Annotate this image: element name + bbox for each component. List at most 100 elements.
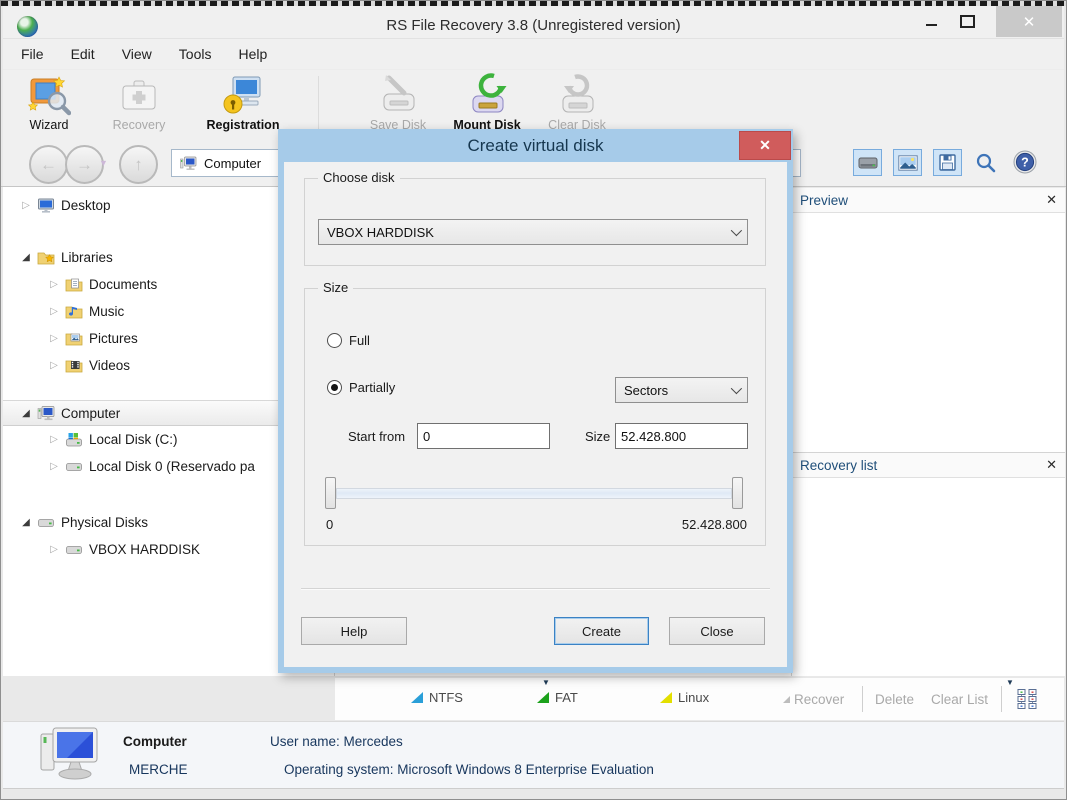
show-disks-toggle[interactable]: [853, 149, 882, 176]
legend-label: Linux: [678, 690, 710, 705]
minimize-button[interactable]: [916, 6, 946, 37]
disk-icon: [37, 514, 55, 531]
computer-name: MERCHE: [129, 762, 188, 777]
slider-handle-left[interactable]: [325, 477, 336, 509]
show-recovery-list-toggle[interactable]: [933, 149, 962, 176]
picture-icon: [897, 154, 918, 171]
expander-icon[interactable]: ◢: [19, 408, 33, 419]
expander-icon[interactable]: ▷: [47, 306, 61, 317]
ntfs-marker-icon: [411, 692, 423, 703]
resize-grip: [783, 696, 790, 703]
menu-file[interactable]: File: [21, 46, 44, 62]
toolbar-separator: [318, 76, 319, 136]
radio-icon: [327, 333, 342, 348]
registration-button[interactable]: Registration: [197, 73, 289, 139]
expander-icon[interactable]: ▷: [47, 279, 61, 290]
legend-linux: Linux: [660, 690, 709, 705]
computer-label: Computer: [123, 734, 187, 749]
disk-select[interactable]: VBOX HARDDISK: [318, 219, 748, 245]
recover-label: Recover: [794, 691, 845, 707]
close-panel-icon[interactable]: ✕: [1046, 192, 1057, 208]
search-icon: [976, 153, 996, 173]
show-preview-toggle[interactable]: [893, 149, 922, 176]
delete-button[interactable]: Delete: [875, 688, 914, 710]
menu-view[interactable]: View: [122, 46, 152, 62]
full-radio[interactable]: Full: [327, 333, 370, 348]
status-legend-bar: ▼ ▼ NTFS FAT Linux Recover Delete Clear …: [335, 677, 1064, 720]
toolbar-label: Registration: [206, 118, 280, 132]
menu-help[interactable]: Help: [238, 46, 267, 62]
menu-tools[interactable]: Tools: [179, 46, 212, 62]
start-from-value: 0: [423, 428, 431, 444]
full-radio-label: Full: [349, 333, 370, 348]
partially-radio[interactable]: Partially: [327, 380, 395, 395]
toolbar-label: Recovery: [112, 118, 166, 132]
tree-label: Computer: [61, 405, 121, 421]
size-group-label: Size: [318, 280, 354, 295]
expander-icon[interactable]: ▷: [47, 360, 61, 371]
collapse-splitter-icon[interactable]: ▼: [542, 678, 550, 687]
disk-select-value: VBOX HARDDISK: [327, 224, 434, 240]
search-button[interactable]: [975, 152, 997, 179]
up-button[interactable]: ↑: [119, 145, 158, 184]
delete-label: Delete: [875, 691, 915, 707]
history-dropdown-icon[interactable]: ▼: [99, 158, 108, 168]
legend-ntfs: NTFS: [411, 690, 463, 705]
expander-icon[interactable]: ▷: [19, 200, 33, 211]
recover-button[interactable]: Recover: [794, 688, 844, 710]
start-from-input[interactable]: 0: [417, 423, 550, 449]
expander-icon[interactable]: ▷: [47, 461, 61, 472]
start-from-label: Start from: [348, 429, 406, 444]
back-button[interactable]: ←: [29, 145, 68, 184]
tree-label: Music: [89, 303, 125, 319]
menu-edit[interactable]: Edit: [71, 46, 95, 62]
computer-large-icon: [39, 726, 101, 789]
legend-label: FAT: [555, 690, 578, 705]
save-disk-icon: [383, 75, 415, 111]
expander-icon[interactable]: ◢: [19, 517, 33, 528]
wizard-button[interactable]: Wizard: [3, 73, 95, 139]
create-label: Create: [581, 623, 622, 639]
computer-icon: [37, 405, 55, 422]
hex-view-button[interactable]: [1015, 687, 1039, 716]
forward-icon: →: [76, 154, 93, 174]
floppy-icon: [939, 154, 956, 171]
tree-label: Desktop: [61, 197, 111, 213]
help-dialog-button[interactable]: Help: [301, 617, 407, 645]
collapse-splitter-icon[interactable]: ▼: [1006, 678, 1014, 687]
create-button[interactable]: Create: [554, 617, 649, 645]
close-button[interactable]: ✕: [996, 6, 1062, 37]
app-window: RS File Recovery 3.8 (Unregistered versi…: [0, 0, 1067, 800]
size-group: Size Full Partially Sectors Start from 0: [304, 280, 766, 546]
help-button[interactable]: ?: [1013, 150, 1037, 179]
dialog-body: Choose disk VBOX HARDDISK Size Full Part…: [284, 162, 787, 667]
wizard-icon: [27, 76, 71, 116]
expander-icon[interactable]: ▷: [47, 333, 61, 344]
close-dialog-button[interactable]: Close: [669, 617, 765, 645]
slider-handle-right[interactable]: [732, 477, 743, 509]
close-panel-icon[interactable]: ✕: [1046, 457, 1057, 473]
size-input[interactable]: 52.428.800: [615, 423, 748, 449]
linux-marker-icon: [660, 692, 672, 703]
choose-disk-group: Choose disk VBOX HARDDISK: [304, 170, 766, 266]
recovery-icon: [122, 80, 156, 110]
videos-folder-icon: [65, 357, 83, 374]
expander-icon[interactable]: ◢: [19, 252, 33, 263]
slider-track[interactable]: [336, 488, 732, 499]
expander-icon[interactable]: ▷: [47, 434, 61, 445]
preview-panel-header: Preview ✕: [792, 188, 1065, 213]
fat-marker-icon: [537, 692, 549, 703]
legend-label: NTFS: [429, 690, 463, 705]
registration-icon: [223, 76, 261, 114]
dialog-close-button[interactable]: ✕: [739, 131, 791, 160]
mount-disk-icon: [472, 73, 507, 113]
expander-icon[interactable]: ▷: [47, 544, 61, 555]
operating-system-text: Operating system: Microsoft Windows 8 En…: [284, 762, 654, 777]
divider: [301, 588, 770, 590]
units-select[interactable]: Sectors: [615, 377, 748, 403]
disk-view-icon: [858, 157, 877, 168]
clear-list-button[interactable]: Clear List: [931, 688, 988, 710]
music-folder-icon: [65, 303, 83, 320]
slider-min-label: 0: [326, 517, 334, 532]
maximize-button[interactable]: [952, 6, 982, 37]
